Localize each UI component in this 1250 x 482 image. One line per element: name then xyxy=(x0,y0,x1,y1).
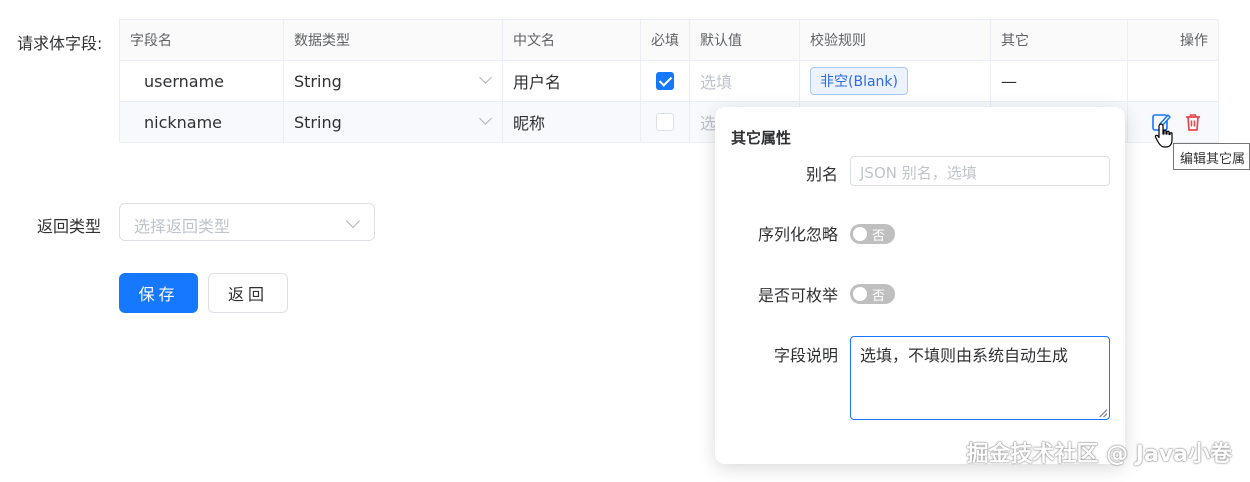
return-type-label: 返回类型 xyxy=(37,217,102,236)
other-cell: — xyxy=(991,61,1128,101)
default-input[interactable]: 选填 xyxy=(690,61,800,101)
other-properties-popover: 其它属性 别名 JSON 别名，选填 序列化忽略 否 是否可枚举 否 字段说明 … xyxy=(715,107,1125,464)
resize-handle-icon[interactable] xyxy=(1099,409,1107,417)
data-type-value: String xyxy=(294,112,342,132)
popover-title: 其它属性 xyxy=(731,129,792,147)
header-rule: 校验规则 xyxy=(800,20,991,60)
tooltip: 编辑其它属 xyxy=(1173,143,1250,170)
alias-input[interactable]: JSON 别名，选填 xyxy=(850,156,1110,186)
serialize-ignore-label: 序列化忽略 xyxy=(757,225,838,244)
trash-icon[interactable] xyxy=(1183,112,1203,132)
required-checkbox[interactable] xyxy=(656,113,674,131)
header-cn-name: 中文名 xyxy=(503,20,641,60)
request-body-label: 请求体字段: xyxy=(17,34,103,53)
data-type-select[interactable]: String xyxy=(284,61,503,101)
table-row: username String 用户名 选填 非空(Blank) — xyxy=(120,61,1219,102)
alias-label: 别名 xyxy=(805,165,838,184)
header-action: 操作 xyxy=(1128,20,1219,60)
header-default: 默认值 xyxy=(690,20,800,60)
default-placeholder: 选 xyxy=(700,114,717,133)
switch-state-text: 否 xyxy=(872,289,886,304)
desc-textarea[interactable]: 选填，不填则由系统自动生成 xyxy=(850,336,1110,420)
cn-name-input[interactable]: 用户名 xyxy=(503,61,641,101)
required-checkbox-cell xyxy=(641,61,690,101)
watermark: 掘金技术社区 @ Java小卷 xyxy=(966,442,1232,467)
return-type-placeholder: 选择返回类型 xyxy=(134,217,231,236)
header-field-name: 字段名 xyxy=(120,20,284,60)
alias-placeholder: JSON 别名，选填 xyxy=(860,164,977,182)
chevron-down-icon xyxy=(479,112,492,125)
default-placeholder: 选填 xyxy=(700,73,733,92)
switch-knob xyxy=(853,287,867,301)
rule-tag[interactable]: 非空(Blank) xyxy=(810,67,908,95)
cn-name-input[interactable]: 昵称 xyxy=(503,102,641,142)
switch-state-text: 否 xyxy=(872,229,886,244)
action-cell xyxy=(1128,61,1219,101)
required-checkbox[interactable] xyxy=(656,72,674,90)
data-type-select[interactable]: String xyxy=(284,102,503,142)
desc-label: 字段说明 xyxy=(773,346,838,365)
field-name-input[interactable]: nickname xyxy=(120,102,284,142)
return-type-select[interactable]: 选择返回类型 xyxy=(119,203,375,241)
data-type-value: String xyxy=(294,71,342,91)
rule-cell: 非空(Blank) xyxy=(800,61,991,101)
enumerable-label: 是否可枚举 xyxy=(757,286,838,305)
back-button[interactable]: 返回 xyxy=(208,273,288,313)
switch-knob xyxy=(853,227,867,241)
header-other: 其它 xyxy=(991,20,1128,60)
desc-value: 选填，不填则由系统自动生成 xyxy=(860,346,1069,365)
header-required: 必填 xyxy=(641,20,690,60)
chevron-down-icon xyxy=(479,71,492,84)
table-header: 字段名 数据类型 中文名 必填 默认值 校验规则 其它 操作 xyxy=(120,20,1219,61)
required-checkbox-cell xyxy=(641,102,690,142)
chevron-down-icon xyxy=(345,213,361,229)
header-data-type: 数据类型 xyxy=(284,20,503,60)
save-button[interactable]: 保存 xyxy=(119,273,198,313)
serialize-ignore-switch[interactable]: 否 xyxy=(850,224,895,244)
field-name-input[interactable]: username xyxy=(120,61,284,101)
enumerable-switch[interactable]: 否 xyxy=(850,284,895,304)
